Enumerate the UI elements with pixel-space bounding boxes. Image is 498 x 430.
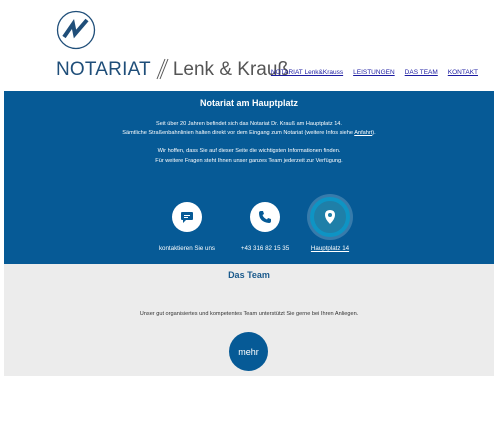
hero-intro-line2-post: ). [372,130,376,137]
contact-item-message[interactable]: kontaktieren Sie uns [152,202,222,252]
notariat-logo-icon[interactable] [56,10,96,50]
nav-item-leistungen[interactable]: LEISTUNGEN [353,69,395,76]
contact-item-phone[interactable]: +43 316 82 15 35 [230,202,300,252]
hero-info-line2: Für weitere Fragen steht Ihnen unser gan… [155,157,343,164]
contact-location-link[interactable]: Hauptplatz 14 [295,245,365,252]
contact-phone-circle[interactable] [250,202,280,232]
more-button[interactable]: mehr [229,332,268,371]
location-pin-icon [325,210,335,224]
nav-item-team[interactable]: DAS TEAM [405,69,438,76]
site-header: NOTARIAT Lenk & Krauß NOTARIAT Lenk&Krau… [0,0,498,90]
logo-notariat-text: NOTARIAT [56,59,151,80]
hero-info-line1: Wir hoffen, dass Sie auf dieser Seite di… [157,148,341,155]
main-nav: NOTARIAT Lenk&Krauss LEISTUNGEN DAS TEAM… [271,69,478,76]
phone-icon [259,211,271,223]
hero-info: Wir hoffen, dass Sie auf dieser Seite di… [4,147,494,165]
hero-title: Notariat am Hauptplatz [199,98,298,108]
hero-intro: Seit über 20 Jahren befindet sich das No… [4,120,494,138]
hero-section: Notariat am Hauptplatz Seit über 20 Jahr… [4,91,494,264]
nav-item-notariat[interactable]: NOTARIAT Lenk&Krauss [271,69,343,76]
contact-message-label: kontaktieren Sie uns [158,245,216,252]
team-section: Das Team Unser gut organisiertes und kom… [4,264,494,376]
anfahrt-link[interactable]: Anfahrt [354,130,372,136]
contact-location-circle[interactable] [310,197,350,237]
contact-item-location[interactable]: Hauptplatz 14 [295,197,365,252]
logo-wordmark[interactable]: NOTARIAT Lenk & Krauß [56,56,289,80]
team-description: Unser gut organisiertes und kompetentes … [139,311,359,317]
hero-intro-line2-pre: Sämtliche Straßenbahnlinien halten direk… [122,130,355,137]
hero-intro-line1: Seit über 20 Jahren befindet sich das No… [156,121,342,127]
logo-slash-icon [156,58,169,80]
nav-item-kontakt[interactable]: KONTAKT [448,69,478,76]
contact-message-circle[interactable] [172,202,202,232]
team-title: Das Team [228,270,270,280]
chat-icon [181,212,193,223]
contact-phone-label: +43 316 82 15 35 [240,245,290,252]
